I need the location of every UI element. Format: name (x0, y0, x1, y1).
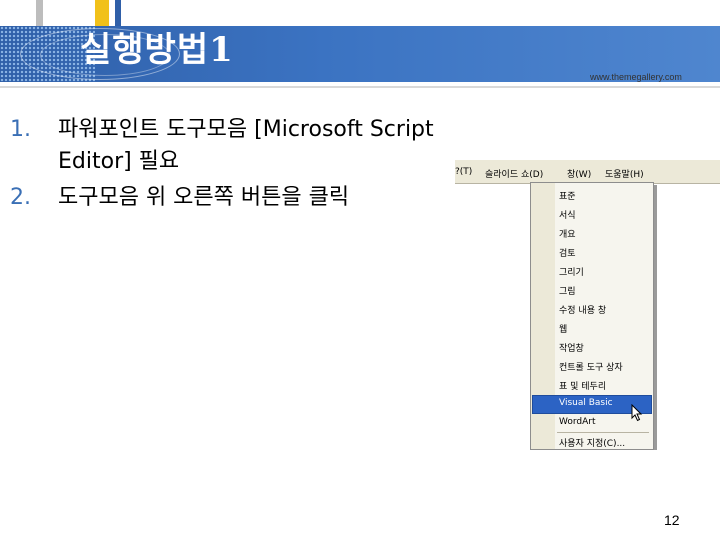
page-number: 12 (664, 512, 680, 528)
menu-item-standard[interactable]: 표준 (559, 189, 576, 202)
list-item-text: 파워포인트 도구모음 [Microsoft Script Editor] 필요 (58, 117, 434, 174)
list-item: 1. 파워포인트 도구모음 [Microsoft Script Editor] … (10, 114, 510, 178)
menu-item-customize[interactable]: 사용자 지정(C)... (559, 436, 625, 449)
menubar-item-help[interactable]: 도움말(H) (605, 167, 644, 180)
header-shadow-line (0, 86, 720, 88)
menu-item-drawing[interactable]: 그리기 (559, 265, 584, 278)
menu-item-task-pane[interactable]: 작업창 (559, 341, 584, 354)
menu-item-tables-borders[interactable]: 표 및 테두리 (559, 379, 606, 392)
menubar-item-tools[interactable]: ?(T) (455, 167, 472, 177)
menubar-item-slideshow[interactable]: 슬라이드 쇼(D) (485, 167, 543, 180)
list-item: 2. 도구모음 위 오른쪽 버튼을 클릭 (10, 182, 510, 214)
menu-item-web[interactable]: 웹 (559, 322, 567, 335)
menubar: ?(T) 슬라이드 쇼(D) 창(W) 도움말(H) (455, 160, 720, 184)
menubar-item-window[interactable]: 창(W) (567, 167, 591, 180)
page-title: 실행방법1 (80, 30, 234, 70)
top-strip (0, 0, 720, 26)
toolbar-menu-screenshot: ?(T) 슬라이드 쇼(D) 창(W) 도움말(H) 표준 서식 개요 검토 그… (455, 160, 720, 450)
menu-item-picture[interactable]: 그림 (559, 284, 576, 297)
list-item-text: 도구모음 위 오른쪽 버튼을 클릭 (58, 185, 350, 210)
mouse-cursor-icon (631, 404, 643, 422)
instruction-list: 1. 파워포인트 도구모음 [Microsoft Script Editor] … (10, 114, 510, 218)
menu-item-revisions-pane[interactable]: 수정 내용 창 (559, 303, 606, 316)
list-item-number: 1. (10, 117, 31, 142)
menu-item-wordart[interactable]: WordArt (559, 417, 596, 427)
menu-separator (557, 432, 649, 433)
list-item-number: 2. (10, 185, 31, 210)
strip-accent-yellow (95, 0, 109, 26)
strip-accent-blue (115, 0, 121, 26)
menu-item-review[interactable]: 검토 (559, 246, 576, 259)
menu-item-formatting[interactable]: 서식 (559, 208, 576, 221)
menu-item-control-toolbox[interactable]: 컨트롤 도구 상자 (559, 360, 623, 373)
menu-item-visual-basic[interactable]: Visual Basic (559, 398, 613, 408)
strip-accent-grey (36, 0, 43, 26)
menu-item-outline[interactable]: 개요 (559, 227, 576, 240)
site-url: www.themegallery.com (590, 72, 682, 82)
